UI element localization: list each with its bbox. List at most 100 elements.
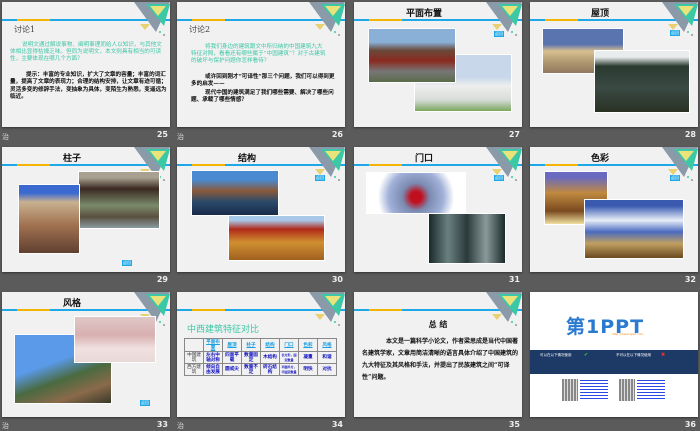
church-photo bbox=[18, 184, 80, 254]
pagoda-photo bbox=[594, 50, 690, 113]
slide-thumbnail-35[interactable]: 总 结 本文是一篇科学小论文，作者梁思成是当代中国著名建筑学家，文章用简洁清晰的… bbox=[354, 292, 522, 417]
slide-thumbnail-26[interactable]: 讨论2 将我们身边的建筑跟文中所归纳的中国建筑九大特征对照，看看还有哪些属于“中… bbox=[177, 2, 345, 127]
question-text: 说明文通过解说事物、阐明事理而给人以知识，与其他文体相比显得枯燥乏味。但同为说明… bbox=[10, 42, 162, 62]
can-use-label: 可以在以下情况使用 bbox=[540, 353, 572, 357]
table-row: 中国建筑 左右中轴对称 四面平载 数量固定 木结构 长方形，固定数量 凝重 和谐 bbox=[184, 351, 337, 364]
cannot-use-label: 不可以在以下情况使用 bbox=[616, 353, 651, 357]
palace-photo bbox=[78, 171, 160, 229]
city-hall-photo bbox=[191, 170, 279, 216]
slide-title: 讨论2 bbox=[189, 25, 211, 34]
transition-icon: 治 bbox=[2, 422, 9, 430]
hint-text: 提示：丰富的专业知识，扩大了文章的容量；丰富的词汇量，提高了文章的表现力；合理的… bbox=[10, 72, 167, 101]
triangle-decoration-icon bbox=[134, 2, 170, 36]
table-cell: 圆或尖 bbox=[222, 363, 242, 376]
back-button[interactable]: 返回 bbox=[670, 175, 680, 181]
table-cell: 凝重 bbox=[298, 351, 318, 364]
table-cell: 长方形，固定数量 bbox=[279, 351, 299, 364]
slide-thumbnail-27[interactable]: 平面布置 返回 bbox=[354, 2, 522, 127]
table-cell: 对抗 bbox=[317, 363, 337, 376]
table-cell: 倾向自由发展 bbox=[203, 363, 223, 376]
transition-icon: 治 bbox=[177, 422, 184, 430]
slide-number: 27 bbox=[508, 130, 520, 139]
slide-thumbnail-34[interactable]: 中西建筑特征对比 平面布置 屋顶 柱子 结构 门口 色彩 风格 中国建筑 左右中… bbox=[177, 292, 345, 417]
column-header-link[interactable]: 门口 bbox=[279, 338, 299, 352]
slide-title: 中西建筑特征对比 bbox=[187, 325, 260, 335]
slide-number: 32 bbox=[684, 275, 696, 284]
column-header-link[interactable]: 屋顶 bbox=[222, 338, 242, 352]
slide-number: 31 bbox=[508, 275, 520, 284]
cross-icon: ✖ bbox=[661, 352, 666, 358]
courtyard-model-image bbox=[366, 172, 466, 214]
column-header bbox=[184, 338, 204, 352]
slide-number: 25 bbox=[156, 130, 168, 139]
logo-url: http://www.1ppt.com bbox=[612, 332, 644, 336]
slide-title: 讨论1 bbox=[14, 25, 36, 34]
table-header-row: 平面布置 屋顶 柱子 结构 门口 色彩 风格 bbox=[184, 338, 337, 352]
row-header: 西方建筑 bbox=[184, 363, 204, 376]
back-button[interactable]: 返回 bbox=[140, 400, 150, 406]
triangle-decoration-icon bbox=[309, 2, 345, 36]
transition-icon: 治 bbox=[177, 133, 184, 141]
column-header-link[interactable]: 色彩 bbox=[298, 338, 318, 352]
back-button[interactable]: 返回 bbox=[670, 30, 680, 36]
table-cell: 砖石结构 bbox=[260, 363, 280, 376]
link-list[interactable] bbox=[637, 380, 665, 400]
column-header-link[interactable]: 柱子 bbox=[241, 338, 261, 352]
slide-thumbnail-28[interactable]: 屋顶 返回 bbox=[530, 2, 698, 127]
link-list[interactable] bbox=[580, 380, 608, 400]
question-text: 将我们身边的建筑跟文中所归纳的中国建筑九大特征对照，看看还有哪些属于“中国建筑”… bbox=[191, 44, 326, 64]
qr-code-icon bbox=[562, 379, 578, 401]
triangle-decoration-icon bbox=[309, 292, 345, 326]
slide-number: 33 bbox=[156, 420, 168, 429]
column-capital-photo bbox=[74, 316, 156, 363]
slide-thumbnail-30[interactable]: 结构 返回 bbox=[177, 147, 345, 272]
slide-title: 柱子 bbox=[62, 154, 81, 164]
table-cell: 左右中轴对称 bbox=[203, 351, 223, 364]
slide-number: 36 bbox=[684, 420, 696, 429]
usage-banner: 可以在以下情况使用 ✔ 不可以在以下情况使用 ✖ bbox=[530, 350, 698, 374]
slide-title: 风格 bbox=[62, 299, 81, 309]
transition-icon: 治 bbox=[2, 133, 9, 141]
slide-title: 平面布置 bbox=[405, 9, 442, 19]
slide-thumbnail-32[interactable]: 色彩 返回 bbox=[530, 147, 698, 272]
back-button[interactable]: 返回 bbox=[315, 175, 325, 181]
column-header-link[interactable]: 风格 bbox=[317, 338, 337, 352]
table-cell: 半圆半方，不固定数量 bbox=[279, 363, 299, 376]
slide-number: 26 bbox=[331, 130, 343, 139]
slide-title: 结构 bbox=[237, 154, 256, 164]
column-header-link[interactable]: 结构 bbox=[260, 338, 280, 352]
table-cell: 和谐 bbox=[317, 351, 337, 364]
back-button[interactable]: 返回 bbox=[122, 260, 132, 266]
slide-number: 30 bbox=[331, 275, 343, 284]
slide-number: 34 bbox=[331, 420, 343, 429]
slide-title: 总 结 bbox=[428, 319, 448, 329]
row-header: 中国建筑 bbox=[184, 351, 204, 364]
slide-number: 35 bbox=[508, 420, 520, 429]
slide-thumbnail-29[interactable]: 柱子 返回 bbox=[2, 147, 170, 272]
table-row: 西方建筑 倾向自由发展 圆或尖 数量不定 砖石结构 半圆半方，不固定数量 明快 … bbox=[184, 363, 337, 376]
table-cell: 数量固定 bbox=[241, 351, 261, 364]
back-button[interactable]: 返回 bbox=[494, 31, 504, 37]
slide-number: 28 bbox=[684, 130, 696, 139]
summary-text: 本文是一篇科学小论文，作者梁思成是当代中国著名建筑学家，文章用简洁清晰的语言具体… bbox=[362, 338, 519, 381]
column-header-link[interactable]: 平面布置 bbox=[203, 338, 223, 352]
cathedral-interior-photo bbox=[428, 213, 506, 264]
slide-thumbnail-33[interactable]: 风格 返回 bbox=[2, 292, 170, 417]
slide-thumbnail-36[interactable]: 第1PPT http://www.1ppt.com 可以在以下情况使用 ✔ 不可… bbox=[530, 292, 698, 417]
slide-thumbnail-31[interactable]: 门口 返回 bbox=[354, 147, 522, 272]
forbidden-city-photo bbox=[228, 215, 325, 261]
slide-thumbnail-25[interactable]: 讨论1 说明文通过解说事物、阐明事理而给人以知识，与其他文体相比显得枯燥乏味。但… bbox=[2, 2, 170, 127]
table-cell: 四面平载 bbox=[222, 351, 242, 364]
slide-title: 门口 bbox=[414, 154, 433, 164]
comparison-table: 平面布置 屋顶 柱子 结构 门口 色彩 风格 中国建筑 左右中轴对称 四面平载 … bbox=[184, 338, 337, 376]
slide-title: 色彩 bbox=[590, 154, 609, 164]
temple-of-heaven-photo bbox=[584, 199, 684, 259]
hint-text-2: 现代中国的建筑满足了我们哪些需要、解决了哪些问题、承载了哪些情感？ bbox=[191, 90, 334, 104]
check-icon: ✔ bbox=[584, 352, 589, 358]
table-cell: 木结构 bbox=[260, 351, 280, 364]
hint-text-1: 或许回到刚才“可译性”那三个问题，我们可以得到更多的启发—— bbox=[191, 74, 335, 88]
back-button[interactable]: 返回 bbox=[494, 175, 504, 181]
slide-number: 29 bbox=[156, 275, 168, 284]
slide-title: 屋顶 bbox=[590, 9, 609, 19]
qr-code-icon bbox=[619, 379, 635, 401]
